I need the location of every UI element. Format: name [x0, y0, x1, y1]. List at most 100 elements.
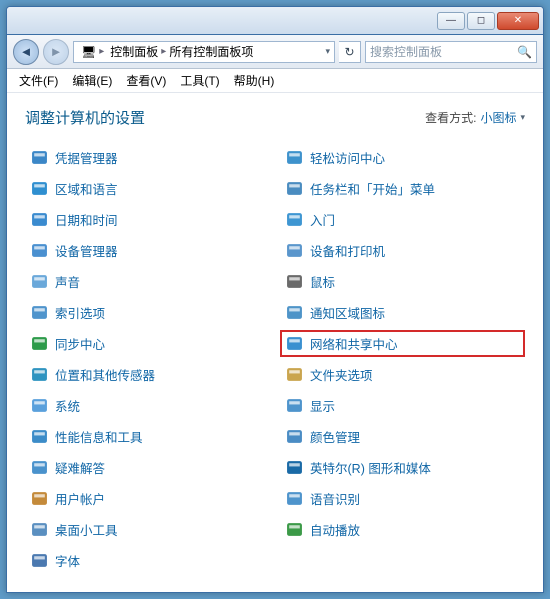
items-column-right: 轻松访问中心任务栏和「开始」菜单入门设备和打印机鼠标通知区域图标网络和共享中心文…	[280, 144, 525, 574]
cpl-item-region-language[interactable]: 区域和语言	[25, 175, 270, 202]
cpl-item-ease-of-access[interactable]: 轻松访问中心	[280, 144, 525, 171]
cpl-item-label: 疑难解答	[55, 458, 105, 477]
intel-graphics-icon	[286, 459, 303, 476]
minimize-button[interactable]: —	[437, 12, 465, 30]
breadcrumb-seg-2[interactable]: 所有控制面板项	[166, 43, 256, 60]
menu-edit[interactable]: 编辑(E)	[66, 70, 118, 91]
cpl-item-devices-printers[interactable]: 设备和打印机	[280, 237, 525, 264]
cpl-item-label: 颜色管理	[310, 427, 360, 446]
view-by-mode[interactable]: 小图标	[480, 109, 516, 126]
cpl-item-performance-info[interactable]: 性能信息和工具	[25, 423, 270, 450]
cpl-item-display[interactable]: 显示	[280, 392, 525, 419]
cpl-item-desktop-gadgets[interactable]: 桌面小工具	[25, 516, 270, 543]
speech-recognition-icon	[286, 490, 303, 507]
cpl-item-label: 区域和语言	[55, 179, 118, 198]
maximize-button[interactable]: ◻	[467, 12, 495, 30]
sound-icon	[31, 273, 48, 290]
control-panel-icon: 🖥	[81, 45, 96, 59]
credential-manager-icon	[31, 149, 48, 166]
cpl-item-folder-options[interactable]: 文件夹选项	[280, 361, 525, 388]
cpl-item-label: 入门	[310, 210, 335, 229]
mouse-icon	[286, 273, 303, 290]
cpl-item-location-sensors[interactable]: 位置和其他传感器	[25, 361, 270, 388]
chevron-right-icon: ▸	[99, 46, 104, 57]
cpl-item-mouse[interactable]: 鼠标	[280, 268, 525, 295]
cpl-item-user-accounts[interactable]: 用户帐户	[25, 485, 270, 512]
cpl-item-sound[interactable]: 声音	[25, 268, 270, 295]
content-area: 调整计算机的设置 查看方式: 小图标 ▾ 凭据管理器区域和语言日期和时间设备管理…	[7, 93, 543, 592]
cpl-item-device-manager[interactable]: 设备管理器	[25, 237, 270, 264]
cpl-item-date-time[interactable]: 日期和时间	[25, 206, 270, 233]
address-dropdown-icon[interactable]: ▾	[325, 46, 330, 57]
cpl-item-label: 同步中心	[55, 334, 105, 353]
breadcrumb-seg-1[interactable]: 控制面板	[107, 43, 161, 60]
getting-started-icon	[286, 211, 303, 228]
cpl-item-label: 鼠标	[310, 272, 335, 291]
cpl-item-troubleshooting[interactable]: 疑难解答	[25, 454, 270, 481]
cpl-item-indexing-options[interactable]: 索引选项	[25, 299, 270, 326]
menu-help[interactable]: 帮助(H)	[228, 70, 281, 91]
cpl-item-label: 用户帐户	[55, 489, 105, 508]
cpl-item-label: 显示	[310, 396, 335, 415]
refresh-button[interactable]: ↻	[339, 41, 361, 63]
cpl-item-speech-recognition[interactable]: 语音识别	[280, 485, 525, 512]
navbar: ◄ ► 🖥▸ 控制面板 ▸ 所有控制面板项 ▾ ↻ 搜索控制面板 🔍	[7, 35, 543, 69]
cpl-item-label: 自动播放	[310, 520, 360, 539]
color-management-icon	[286, 428, 303, 445]
fonts-icon	[31, 552, 48, 569]
cpl-item-label: 系统	[55, 396, 80, 415]
page-title: 调整计算机的设置	[25, 107, 145, 128]
cpl-item-label: 任务栏和「开始」菜单	[310, 179, 435, 198]
cpl-item-label: 桌面小工具	[55, 520, 118, 539]
folder-options-icon	[286, 366, 303, 383]
cpl-item-network-sharing[interactable]: 网络和共享中心	[280, 330, 525, 357]
cpl-item-label: 轻松访问中心	[310, 148, 385, 167]
user-accounts-icon	[31, 490, 48, 507]
sync-center-icon	[31, 335, 48, 352]
cpl-item-taskbar-start[interactable]: 任务栏和「开始」菜单	[280, 175, 525, 202]
desktop-gadgets-icon	[31, 521, 48, 538]
cpl-item-fonts[interactable]: 字体	[25, 547, 270, 574]
view-by-label: 查看方式:	[425, 109, 476, 126]
titlebar: — ◻ ✕	[7, 7, 543, 35]
cpl-item-label: 性能信息和工具	[55, 427, 143, 446]
cpl-item-label: 通知区域图标	[310, 303, 385, 322]
address-bar[interactable]: 🖥▸ 控制面板 ▸ 所有控制面板项 ▾	[73, 41, 335, 63]
cpl-item-credential-manager[interactable]: 凭据管理器	[25, 144, 270, 171]
cpl-item-label: 网络和共享中心	[310, 334, 398, 353]
menubar: 文件(F) 编辑(E) 查看(V) 工具(T) 帮助(H)	[7, 69, 543, 93]
cpl-item-autoplay[interactable]: 自动播放	[280, 516, 525, 543]
nav-forward-button[interactable]: ►	[43, 39, 69, 65]
region-language-icon	[31, 180, 48, 197]
menu-file[interactable]: 文件(F)	[13, 70, 64, 91]
cpl-item-label: 语音识别	[310, 489, 360, 508]
cpl-item-getting-started[interactable]: 入门	[280, 206, 525, 233]
cpl-item-intel-graphics[interactable]: 英特尔(R) 图形和媒体	[280, 454, 525, 481]
autoplay-icon	[286, 521, 303, 538]
menu-view[interactable]: 查看(V)	[120, 70, 172, 91]
date-time-icon	[31, 211, 48, 228]
cpl-item-sync-center[interactable]: 同步中心	[25, 330, 270, 357]
menu-tools[interactable]: 工具(T)	[174, 70, 225, 91]
troubleshooting-icon	[31, 459, 48, 476]
cpl-item-color-management[interactable]: 颜色管理	[280, 423, 525, 450]
view-by: 查看方式: 小图标 ▾	[425, 109, 525, 126]
cpl-item-label: 设备和打印机	[310, 241, 385, 260]
cpl-item-label: 声音	[55, 272, 80, 291]
cpl-item-label: 凭据管理器	[55, 148, 118, 167]
search-input[interactable]: 搜索控制面板 🔍	[365, 41, 537, 63]
network-sharing-icon	[286, 335, 303, 352]
cpl-item-label: 文件夹选项	[310, 365, 373, 384]
close-button[interactable]: ✕	[497, 12, 539, 30]
nav-back-button[interactable]: ◄	[13, 39, 39, 65]
search-icon: 🔍	[517, 45, 532, 59]
performance-info-icon	[31, 428, 48, 445]
cpl-item-notification-icons[interactable]: 通知区域图标	[280, 299, 525, 326]
ease-of-access-icon	[286, 149, 303, 166]
cpl-item-label: 英特尔(R) 图形和媒体	[310, 458, 431, 477]
cpl-item-label: 日期和时间	[55, 210, 118, 229]
cpl-item-system[interactable]: 系统	[25, 392, 270, 419]
devices-printers-icon	[286, 242, 303, 259]
cpl-item-label: 设备管理器	[55, 241, 118, 260]
location-sensors-icon	[31, 366, 48, 383]
